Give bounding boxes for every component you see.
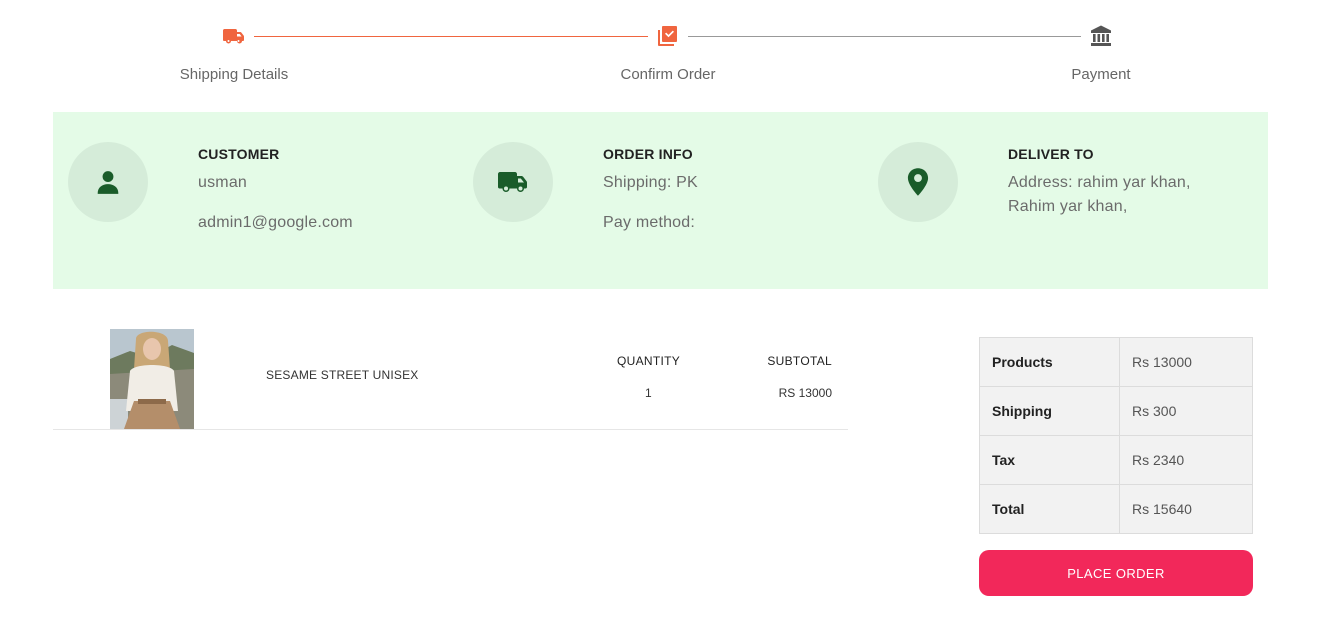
map-pin-icon (878, 142, 958, 222)
summary-label: Tax (979, 435, 1120, 485)
customer-email: admin1@google.com (198, 214, 353, 231)
customer-title: CUSTOMER (198, 146, 280, 162)
user-icon (68, 142, 148, 222)
subtotal-header: SUBTOTAL (767, 354, 832, 368)
summary-label: Shipping (979, 386, 1120, 436)
order-info-title: ORDER INFO (603, 146, 693, 162)
summary-value: Rs 15640 (1119, 484, 1253, 534)
summary-label: Products (979, 337, 1120, 387)
summary-row-tax: Tax Rs 2340 (979, 435, 1253, 485)
truck-icon (222, 24, 246, 48)
summary-label: Total (979, 484, 1120, 534)
order-info: ORDER INFO Shipping: PK Pay method: (458, 142, 863, 262)
product-name[interactable]: SESAME STREET UNISEX (266, 368, 418, 382)
step-connector-pending (688, 36, 1081, 37)
step-connector-done (254, 36, 648, 37)
quantity-header: QUANTITY (617, 354, 681, 368)
address-line-1: Address: rahim yar khan, (1008, 174, 1191, 191)
deliver-to-title: DELIVER TO (1008, 146, 1094, 162)
deliver-to-info: DELIVER TO Address: rahim yar khan, Rahi… (863, 142, 1268, 262)
customer-name: usman (198, 174, 248, 191)
order-summary-table: Products Rs 13000 Shipping Rs 300 Tax Rs… (979, 337, 1253, 534)
summary-row-shipping: Shipping Rs 300 (979, 386, 1253, 436)
address-line-2: Rahim yar khan, (1008, 198, 1128, 215)
quantity-value: 1 (645, 386, 652, 400)
pay-method: Pay method: (603, 214, 696, 231)
shipping-country: Shipping: PK (603, 174, 698, 191)
step-label-shipping: Shipping Details (179, 66, 289, 83)
step-label-confirm: Confirm Order (620, 66, 716, 83)
summary-value: Rs 300 (1119, 386, 1253, 436)
summary-row-total: Total Rs 15640 (979, 484, 1253, 534)
summary-value: Rs 2340 (1119, 435, 1253, 485)
summary-row-products: Products Rs 13000 (979, 337, 1253, 387)
truck-icon (473, 142, 553, 222)
place-order-button[interactable]: PLACE ORDER (979, 550, 1253, 596)
order-info-band: CUSTOMER usman admin1@google.com ORDER I… (53, 112, 1268, 289)
summary-value: Rs 13000 (1119, 337, 1253, 387)
product-image[interactable] (110, 329, 194, 429)
checkout-stepper: Shipping Details Confirm Order Payment (0, 0, 1341, 100)
customer-info: CUSTOMER usman admin1@google.com (53, 142, 458, 262)
subtotal-value: RS 13000 (778, 386, 832, 400)
bank-icon (1089, 24, 1113, 48)
step-label-payment: Payment (1071, 66, 1131, 83)
checklist-icon (656, 24, 680, 48)
cart-item-row: SESAME STREET UNISEX QUANTITY 1 SUBTOTAL… (53, 329, 848, 430)
